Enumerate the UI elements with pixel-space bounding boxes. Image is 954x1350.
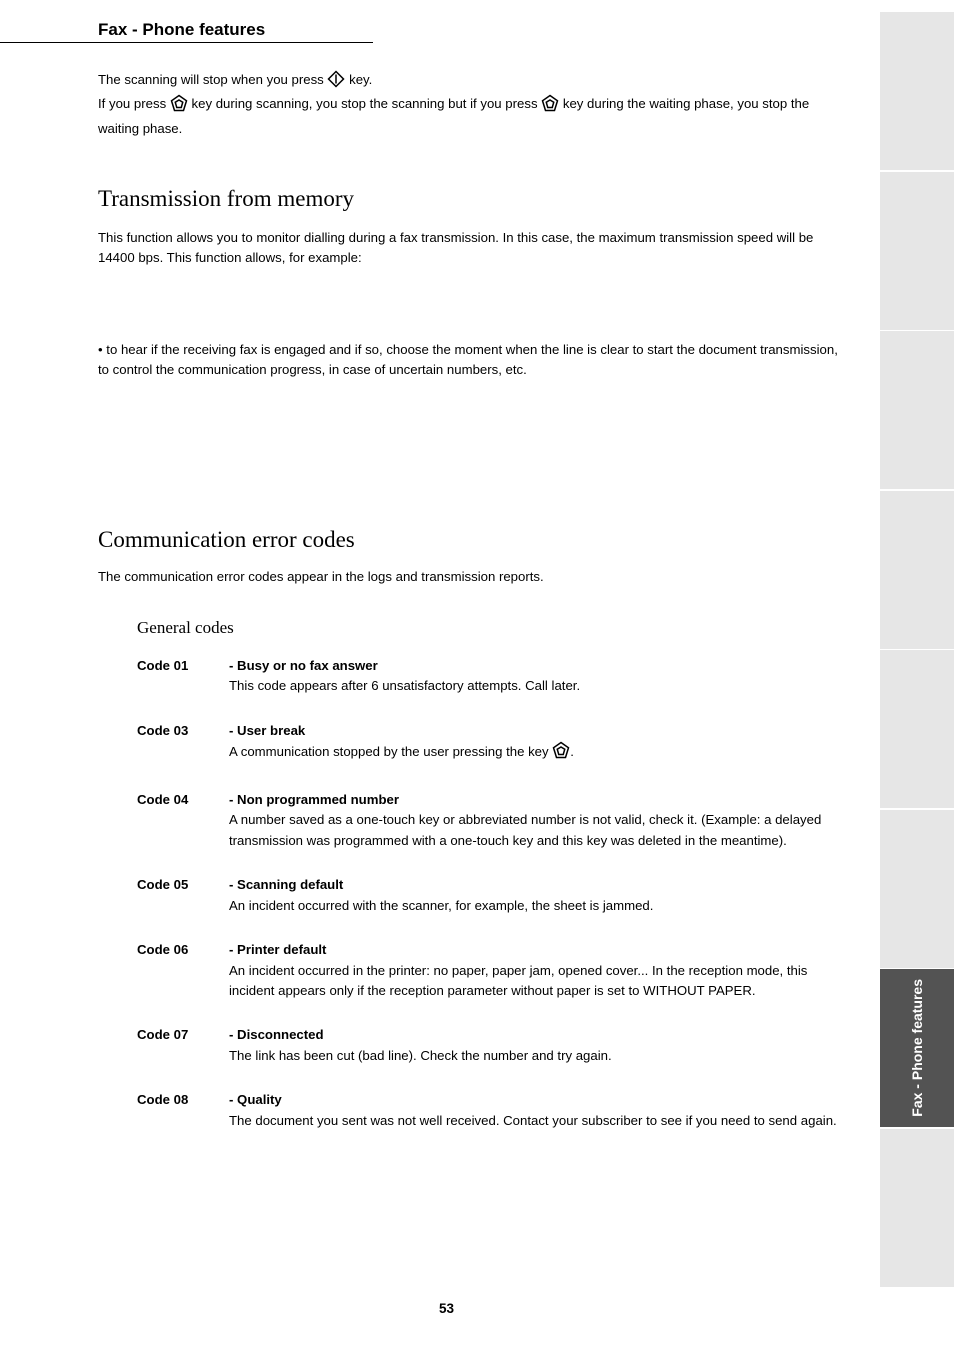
horizontal-rule — [0, 42, 373, 43]
table-row: Code 03 - User break A communication sto… — [137, 721, 844, 766]
chapter-title: Fax - Phone features — [98, 20, 265, 40]
paragraph-2-bullet: • to hear if the receiving fax is engage… — [98, 340, 844, 381]
sidebar-tab — [880, 491, 954, 649]
intro-text-2b: key during scanning, you stop the scanni… — [192, 96, 542, 111]
table-row: Code 05 - Scanning default An incident o… — [137, 875, 844, 916]
desc-bold: - Scanning default — [229, 877, 343, 892]
table-row: Code 07 - Disconnected The link has been… — [137, 1025, 844, 1066]
heading-transmission-memory: Transmission from memory — [98, 186, 354, 212]
code-description: - Non programmed number A number saved a… — [229, 790, 844, 851]
code-description: - Quality The document you sent was not … — [229, 1090, 844, 1131]
intro-paragraph: The scanning will stop when you press ke… — [98, 70, 844, 139]
sidebar-tabs: Fax - Phone features — [880, 12, 954, 1288]
paragraph-1: This function allows you to monitor dial… — [98, 228, 844, 269]
code-description: - Printer default An incident occurred i… — [229, 940, 844, 1001]
code-description: - Disconnected The link has been cut (ba… — [229, 1025, 844, 1066]
desc-bold: - Printer default — [229, 942, 326, 957]
table-row: Code 06 - Printer default An incident oc… — [137, 940, 844, 1001]
intro-text-2a: If you press — [98, 96, 170, 111]
error-code-table: Code 01 - Busy or no fax answer This cod… — [137, 656, 844, 1155]
tab-label: Fax - Phone features — [909, 979, 925, 1117]
stop-icon — [552, 741, 570, 765]
desc-text: The link has been cut (bad line). Check … — [229, 1048, 612, 1063]
code-label: Code 08 — [137, 1090, 229, 1131]
code-label: Code 01 — [137, 656, 229, 697]
code-label: Code 03 — [137, 721, 229, 766]
desc-text: This code appears after 6 unsatisfactory… — [229, 678, 580, 693]
table-row: Code 01 - Busy or no fax answer This cod… — [137, 656, 844, 697]
desc-text: An incident occurred with the scanner, f… — [229, 898, 653, 913]
desc-text: An incident occurred in the printer: no … — [229, 963, 807, 998]
desc-bold: - Busy or no fax answer — [229, 658, 378, 673]
code-description: - User break A communication stopped by … — [229, 721, 844, 766]
sidebar-tab — [880, 650, 954, 808]
code-description: - Scanning default An incident occurred … — [229, 875, 844, 916]
page-number: 53 — [439, 1301, 454, 1316]
sidebar-tab-active: Fax - Phone features — [880, 969, 954, 1127]
subheading-general-codes: General codes — [137, 618, 234, 638]
desc-bold: - Quality — [229, 1092, 282, 1107]
sidebar-tab — [880, 12, 954, 170]
sidebar-tab — [880, 1129, 954, 1287]
code-description: - Busy or no fax answer This code appear… — [229, 656, 844, 697]
paragraph-3: The communication error codes appear in … — [98, 567, 844, 587]
desc-text-b: . — [570, 744, 574, 759]
desc-text-a: A communication stopped by the user pres… — [229, 744, 552, 759]
table-row: Code 08 - Quality The document you sent … — [137, 1090, 844, 1131]
intro-text-1a: The scanning will stop when you press — [98, 72, 327, 87]
stop-icon — [170, 94, 188, 118]
desc-text: The document you sent was not well recei… — [229, 1113, 837, 1128]
start-icon — [327, 70, 345, 94]
desc-bold: - User break — [229, 723, 305, 738]
intro-text-1b: key. — [349, 72, 372, 87]
sidebar-tab — [880, 172, 954, 330]
desc-text: A number saved as a one-touch key or abb… — [229, 812, 821, 847]
code-label: Code 07 — [137, 1025, 229, 1066]
table-row: Code 04 - Non programmed number A number… — [137, 790, 844, 851]
code-label: Code 05 — [137, 875, 229, 916]
heading-error-codes: Communication error codes — [98, 527, 355, 553]
sidebar-tab — [880, 331, 954, 489]
code-label: Code 04 — [137, 790, 229, 851]
stop-icon — [541, 94, 559, 118]
desc-bold: - Non programmed number — [229, 792, 399, 807]
desc-bold: - Disconnected — [229, 1027, 324, 1042]
sidebar-tab — [880, 810, 954, 968]
code-label: Code 06 — [137, 940, 229, 1001]
